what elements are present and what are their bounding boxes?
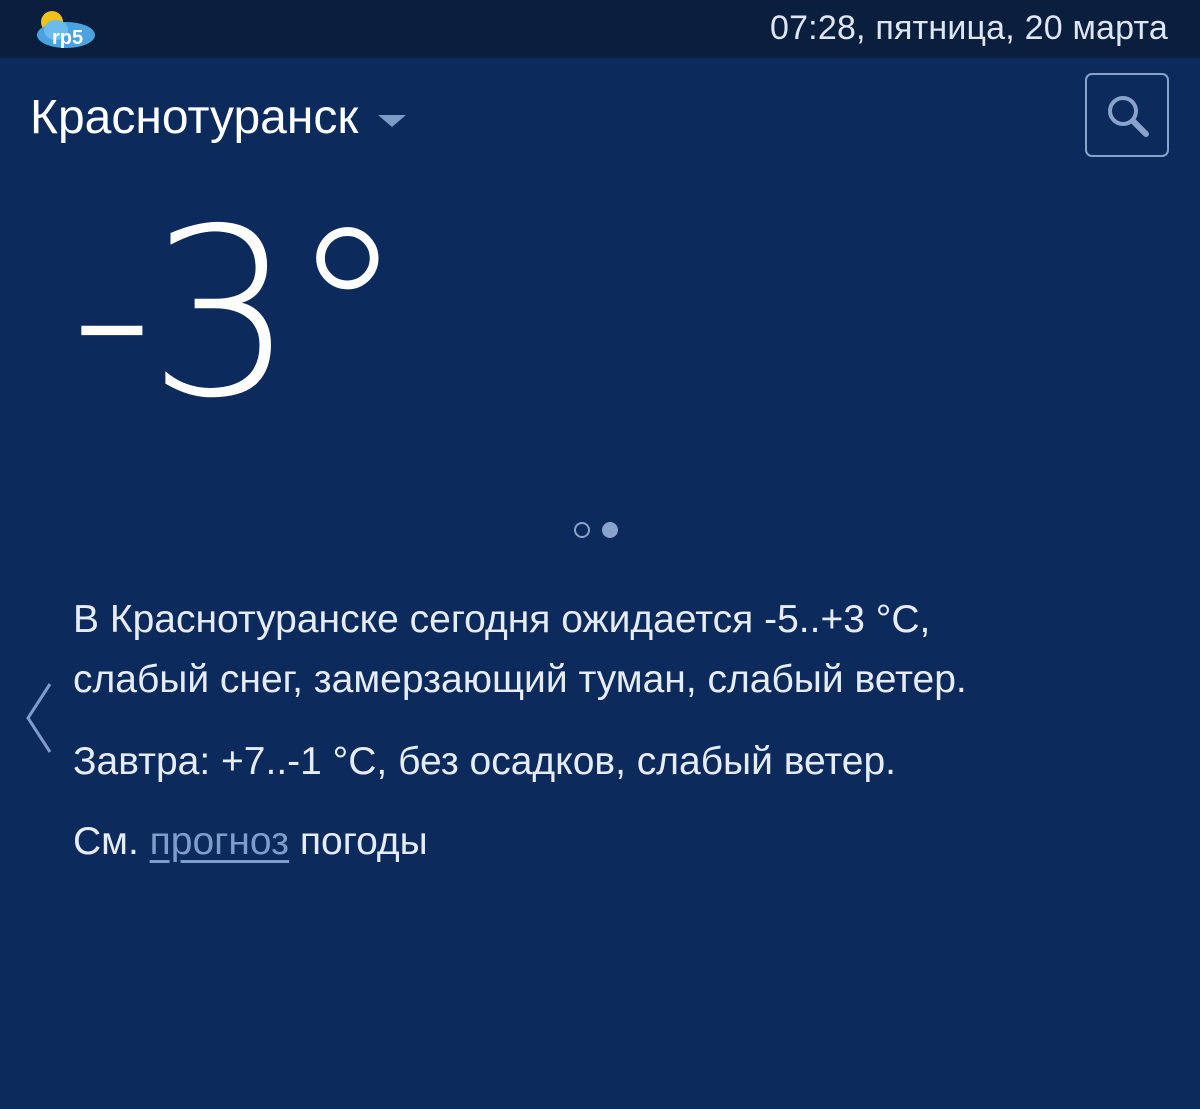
page-dot-2-active[interactable]: [602, 522, 618, 538]
status-bar: rp5 07:28, пятница, 20 марта: [0, 0, 1200, 58]
page-dot-1[interactable]: [574, 522, 590, 538]
status-datetime: 07:28, пятница, 20 марта: [769, 9, 1168, 47]
caret-down-icon: [378, 114, 407, 127]
current-temperature: -3°: [70, 179, 405, 449]
city-name: Краснотуранск: [30, 91, 359, 144]
today-forecast: В Краснотуранске сегодня ожидается -5..+…: [73, 590, 1163, 710]
chevron-left-icon[interactable]: [22, 680, 56, 756]
city-selector[interactable]: Краснотуранск: [30, 90, 407, 145]
see-prefix: См.: [73, 820, 139, 863]
forecast-link[interactable]: прогноз: [150, 820, 289, 863]
today-forecast-line2: слабый снег, замерзающий туман, слабый в…: [73, 658, 967, 701]
page-indicator: [574, 522, 618, 538]
search-icon: [1108, 96, 1149, 137]
today-forecast-line1: В Краснотуранске сегодня ожидается -5..+…: [73, 598, 931, 641]
see-suffix: погоды: [299, 820, 428, 863]
search-button[interactable]: [1085, 73, 1169, 157]
rp5-logo-icon: rp5: [37, 11, 95, 49]
see-forecast-line: См. прогноз погоды: [73, 812, 428, 872]
tomorrow-forecast: Завтра: +7..-1 °С, без осадков, слабый в…: [73, 740, 897, 783]
logo-text: rp5: [52, 27, 83, 49]
